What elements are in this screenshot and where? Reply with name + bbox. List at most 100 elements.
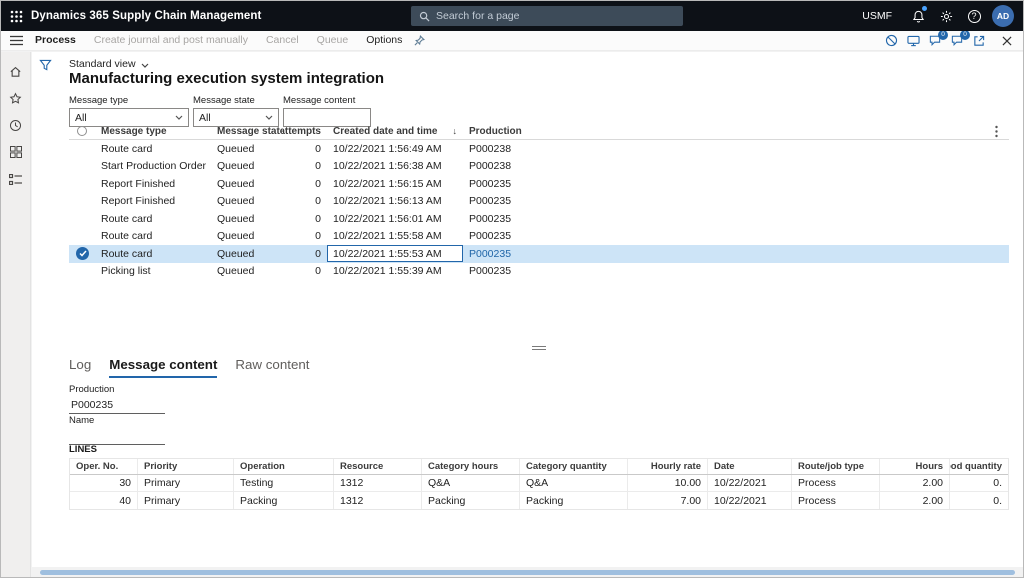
- col-oper-no[interactable]: Oper. No.: [70, 459, 138, 474]
- chat-icon[interactable]: 0: [926, 32, 944, 50]
- line-row[interactable]: 40 Primary Packing 1312 Packing Packing …: [70, 492, 1008, 509]
- col-production[interactable]: Production: [463, 123, 553, 139]
- popout-icon[interactable]: [970, 32, 988, 50]
- cell-failed-attempts: 0: [283, 175, 327, 193]
- message-row[interactable]: Picking list Queued 0 10/22/2021 1:55:39…: [69, 263, 1009, 281]
- avatar[interactable]: AD: [992, 5, 1014, 27]
- message-row[interactable]: Route card Queued 0 10/22/2021 1:56:49 A…: [69, 140, 1009, 158]
- filter-funnel-icon[interactable]: [39, 59, 52, 71]
- col-priority[interactable]: Priority: [138, 459, 234, 474]
- horizontal-scrollbar-thumb[interactable]: [40, 570, 1015, 575]
- row-checkbox[interactable]: [69, 193, 95, 211]
- col-good-quantity[interactable]: Good quantity: [950, 459, 1008, 474]
- message-row-selected[interactable]: Route card Queued 0 10/22/2021 1:55:53 A…: [69, 245, 1009, 263]
- select-all-checkbox[interactable]: [69, 123, 95, 139]
- sort-descending-icon: ↓: [453, 126, 458, 136]
- monitor-icon[interactable]: [904, 32, 922, 50]
- col-date[interactable]: Date: [708, 459, 792, 474]
- message-row[interactable]: Start Production Order Queued 0 10/22/20…: [69, 158, 1009, 176]
- cell-created-date-focused[interactable]: 10/22/2021 1:55:53 AM: [327, 245, 463, 263]
- modules-icon[interactable]: [7, 143, 25, 161]
- pin-icon[interactable]: [414, 35, 425, 46]
- col-failed-attempts[interactable]: Failed attempts: [283, 123, 327, 139]
- col-created-date-label: Created date and time: [333, 126, 437, 137]
- focused-cell-value[interactable]: 10/22/2021 1:55:53 AM: [327, 245, 463, 262]
- production-field-value[interactable]: P000235: [69, 397, 165, 414]
- message-state-value: All: [199, 112, 211, 124]
- hamburger-icon[interactable]: [1, 31, 31, 50]
- cell-end: [989, 193, 1009, 211]
- message-row[interactable]: Route card Queued 0 10/22/2021 1:56:01 A…: [69, 210, 1009, 228]
- cell-production: P000235: [463, 175, 553, 193]
- cell-end: [989, 245, 1009, 263]
- line-row[interactable]: 30 Primary Testing 1312 Q&A Q&A 10.00 10…: [70, 475, 1008, 492]
- page-title: Manufacturing execution system integrati…: [69, 70, 384, 87]
- top-navigation-bar: Dynamics 365 Supply Chain Management Sea…: [1, 1, 1023, 31]
- gear-icon[interactable]: [932, 1, 960, 31]
- col-message-type[interactable]: Message type: [95, 123, 211, 139]
- action-pane: Process Create journal and post manually…: [1, 31, 1023, 51]
- cell-category-quantity: Packing: [520, 492, 628, 509]
- col-resource[interactable]: Resource: [334, 459, 422, 474]
- row-checkbox[interactable]: [69, 175, 95, 193]
- global-search-input[interactable]: Search for a page: [411, 6, 683, 26]
- col-category-quantity[interactable]: Category quantity: [520, 459, 628, 474]
- col-operation[interactable]: Operation: [234, 459, 334, 474]
- col-hours[interactable]: Hours: [880, 459, 950, 474]
- cell-operation: Testing: [234, 475, 334, 491]
- row-checkbox[interactable]: [69, 228, 95, 246]
- cell-good-quantity: 0.: [950, 492, 1008, 509]
- feedback-icon[interactable]: 0: [948, 32, 966, 50]
- waffle-icon[interactable]: [1, 1, 31, 31]
- tab-log[interactable]: Log: [69, 357, 91, 378]
- cell-failed-attempts: 0: [283, 210, 327, 228]
- col-route-job-type[interactable]: Route/job type: [792, 459, 880, 474]
- cell-resource: 1312: [334, 475, 422, 491]
- row-checkbox[interactable]: [69, 263, 95, 281]
- row-checkbox-checked[interactable]: [69, 245, 95, 263]
- company-selector[interactable]: USMF: [850, 1, 904, 31]
- pane-splitter-handle[interactable]: [69, 343, 1009, 352]
- cell-message-state: Queued: [211, 245, 283, 263]
- view-selector[interactable]: Standard view: [69, 58, 149, 70]
- star-icon[interactable]: [7, 89, 25, 107]
- cancel-button[interactable]: Cancel: [257, 31, 308, 50]
- tab-message-content[interactable]: Message content: [109, 357, 217, 378]
- row-checkbox[interactable]: [69, 158, 95, 176]
- create-journal-button[interactable]: Create journal and post manually: [85, 31, 257, 50]
- message-row[interactable]: Route card Queued 0 10/22/2021 1:55:58 A…: [69, 228, 1009, 246]
- app-title[interactable]: Dynamics 365 Supply Chain Management: [31, 10, 261, 22]
- close-icon[interactable]: [998, 32, 1016, 50]
- options-button[interactable]: Options: [357, 31, 411, 50]
- home-icon[interactable]: [7, 62, 25, 80]
- circle-slash-icon[interactable]: [882, 32, 900, 50]
- tab-raw-content[interactable]: Raw content: [235, 357, 309, 378]
- workspaces-icon[interactable]: [7, 170, 25, 188]
- cell-production: P000235: [463, 193, 553, 211]
- help-icon[interactable]: ?: [960, 1, 988, 31]
- name-field-value[interactable]: [69, 428, 165, 445]
- row-checkbox[interactable]: [69, 210, 95, 228]
- cell-production-link[interactable]: P000235: [463, 245, 553, 263]
- cell-failed-attempts: 0: [283, 245, 327, 263]
- col-hourly-rate[interactable]: Hourly rate: [628, 459, 708, 474]
- action-pane-right-icons: 0 0: [882, 32, 1023, 50]
- horizontal-scrollbar[interactable]: [32, 567, 1023, 577]
- queue-button[interactable]: Queue: [308, 31, 358, 50]
- cell-filler: [553, 175, 989, 193]
- bell-icon[interactable]: [904, 1, 932, 31]
- details-tabs: Log Message content Raw content: [69, 357, 309, 378]
- cell-message-type: Route card: [95, 228, 211, 246]
- process-button[interactable]: Process: [31, 31, 85, 50]
- message-row[interactable]: Report Finished Queued 0 10/22/2021 1:56…: [69, 175, 1009, 193]
- clock-icon[interactable]: [7, 116, 25, 134]
- col-created-date[interactable]: Created date and time ↓: [327, 123, 463, 139]
- message-row[interactable]: Report Finished Queued 0 10/22/2021 1:56…: [69, 193, 1009, 211]
- column-options-icon[interactable]: [989, 123, 1009, 139]
- message-type-value: All: [75, 112, 87, 124]
- col-category-hours[interactable]: Category hours: [422, 459, 520, 474]
- checkbox-circle-icon: [77, 126, 87, 136]
- row-checkbox[interactable]: [69, 140, 95, 158]
- cell-category-hours: Packing: [422, 492, 520, 509]
- col-message-state[interactable]: Message state: [211, 123, 283, 139]
